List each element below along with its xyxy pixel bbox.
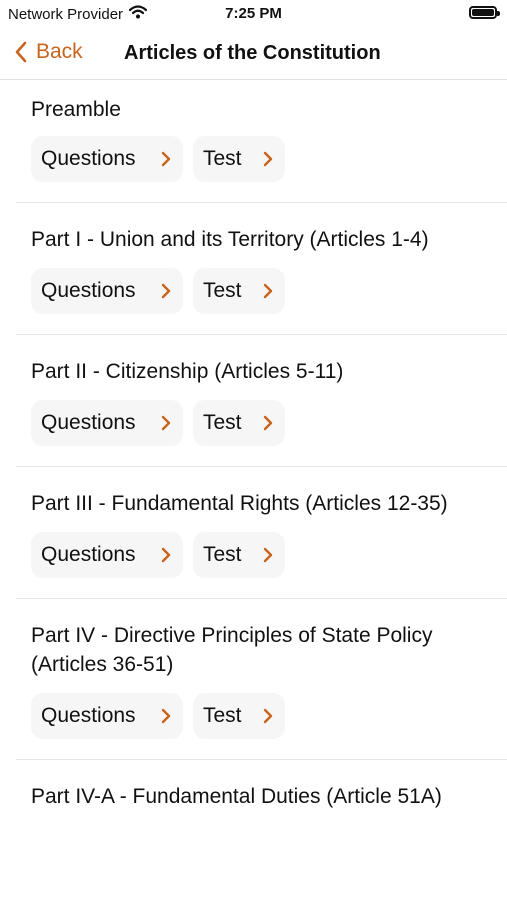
- list-item: Part III - Fundamental Rights (Articles …: [16, 467, 507, 599]
- questions-label: Questions: [41, 279, 136, 302]
- chevron-right-icon: [263, 151, 273, 167]
- list-item: Preamble Questions Test: [16, 80, 507, 203]
- test-button[interactable]: Test: [193, 400, 285, 446]
- section-title: Part I - Union and its Territory (Articl…: [31, 228, 429, 251]
- questions-button[interactable]: Questions: [31, 268, 183, 314]
- status-time: 7:25 PM: [225, 5, 282, 22]
- chevron-left-icon: [15, 41, 27, 63]
- questions-label: Questions: [41, 704, 136, 727]
- chevron-right-icon: [161, 415, 171, 431]
- battery-icon: [469, 6, 500, 19]
- questions-button[interactable]: Questions: [31, 136, 183, 182]
- test-button[interactable]: Test: [193, 136, 285, 182]
- questions-button[interactable]: Questions: [31, 693, 183, 739]
- page-title: Articles of the Constitution: [124, 42, 381, 64]
- questions-button[interactable]: Questions: [31, 532, 183, 578]
- list-item: Part IV-A - Fundamental Duties (Article …: [16, 760, 507, 831]
- chevron-right-icon: [263, 547, 273, 563]
- chevron-right-icon: [161, 708, 171, 724]
- list-item: Part II - Citizenship (Articles 5-11) Qu…: [16, 335, 507, 467]
- questions-label: Questions: [41, 543, 136, 566]
- section-title: Part II - Citizenship (Articles 5-11): [31, 360, 344, 383]
- chevron-right-icon: [263, 415, 273, 431]
- test-label: Test: [203, 279, 242, 302]
- test-button[interactable]: Test: [193, 532, 285, 578]
- list-item: Part IV - Directive Principles of State …: [16, 599, 507, 760]
- test-label: Test: [203, 411, 242, 434]
- questions-label: Questions: [41, 147, 136, 170]
- list-item: Part I - Union and its Territory (Articl…: [16, 203, 507, 335]
- questions-button[interactable]: Questions: [31, 400, 183, 446]
- section-title: Preamble: [31, 98, 121, 121]
- questions-label: Questions: [41, 411, 136, 434]
- test-button[interactable]: Test: [193, 693, 285, 739]
- test-label: Test: [203, 147, 242, 170]
- test-button[interactable]: Test: [193, 268, 285, 314]
- section-title: Part IV-A - Fundamental Duties (Article …: [31, 785, 442, 808]
- section-title: Part III - Fundamental Rights (Articles …: [31, 492, 448, 515]
- status-bar: Network Provider 7:25 PM: [0, 0, 507, 30]
- chevron-right-icon: [161, 151, 171, 167]
- test-label: Test: [203, 543, 242, 566]
- navigation-bar: Back Articles of the Constitution: [0, 30, 507, 80]
- test-label: Test: [203, 704, 242, 727]
- section-title: Part IV - Directive Principles of State …: [31, 624, 433, 676]
- articles-list: Preamble Questions Test Part I - Union a…: [0, 80, 507, 831]
- chevron-right-icon: [263, 283, 273, 299]
- chevron-right-icon: [161, 547, 171, 563]
- back-button[interactable]: Back: [14, 40, 83, 64]
- back-label: Back: [36, 40, 83, 63]
- chevron-right-icon: [263, 708, 273, 724]
- chevron-right-icon: [161, 283, 171, 299]
